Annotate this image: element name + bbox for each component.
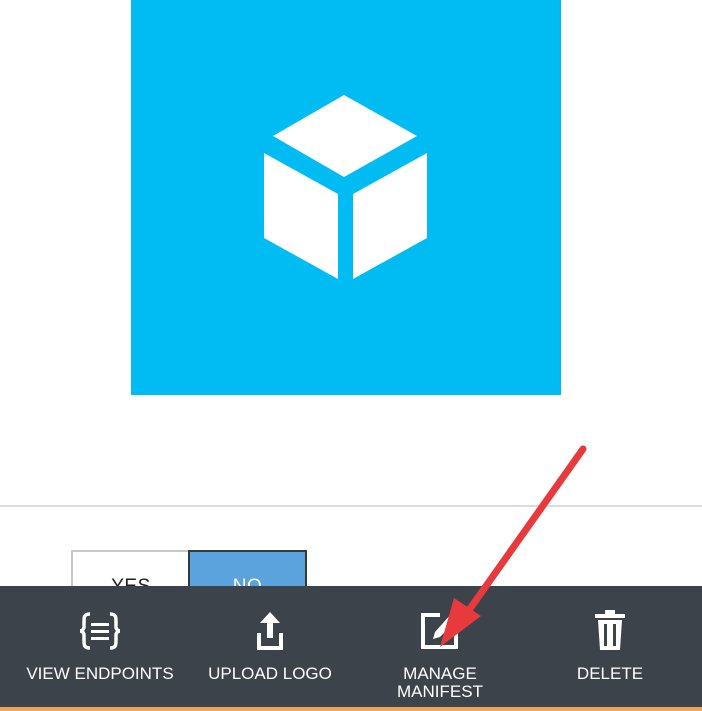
upload-logo-label: UPLOAD LOGO: [208, 664, 332, 683]
section-divider: [0, 505, 702, 507]
toggle-yes-option[interactable]: YES: [71, 550, 189, 590]
view-endpoints-label: VIEW ENDPOINTS: [26, 664, 174, 683]
braces-icon: [79, 612, 121, 650]
manage-manifest-button[interactable]: MANAGE MANIFEST: [360, 586, 520, 707]
app-logo-tile: [131, 0, 561, 395]
manage-manifest-label: MANAGE MANIFEST: [397, 664, 483, 701]
view-endpoints-button[interactable]: VIEW ENDPOINTS: [14, 586, 186, 707]
upload-logo-button[interactable]: UPLOAD LOGO: [192, 586, 348, 707]
yes-no-toggle[interactable]: YES NO: [71, 550, 307, 590]
cube-icon: [264, 95, 427, 279]
trash-icon: [595, 610, 625, 650]
toggle-no-option[interactable]: NO: [188, 550, 307, 590]
command-bar-accent-edge: [0, 707, 702, 711]
delete-label: DELETE: [576, 664, 644, 683]
command-bar: VIEW ENDPOINTS UPLOAD LOGO MANAGE MANIFE…: [0, 586, 702, 707]
delete-button[interactable]: DELETE: [540, 586, 680, 707]
upload-icon: [257, 612, 283, 650]
edit-icon: [421, 613, 458, 649]
